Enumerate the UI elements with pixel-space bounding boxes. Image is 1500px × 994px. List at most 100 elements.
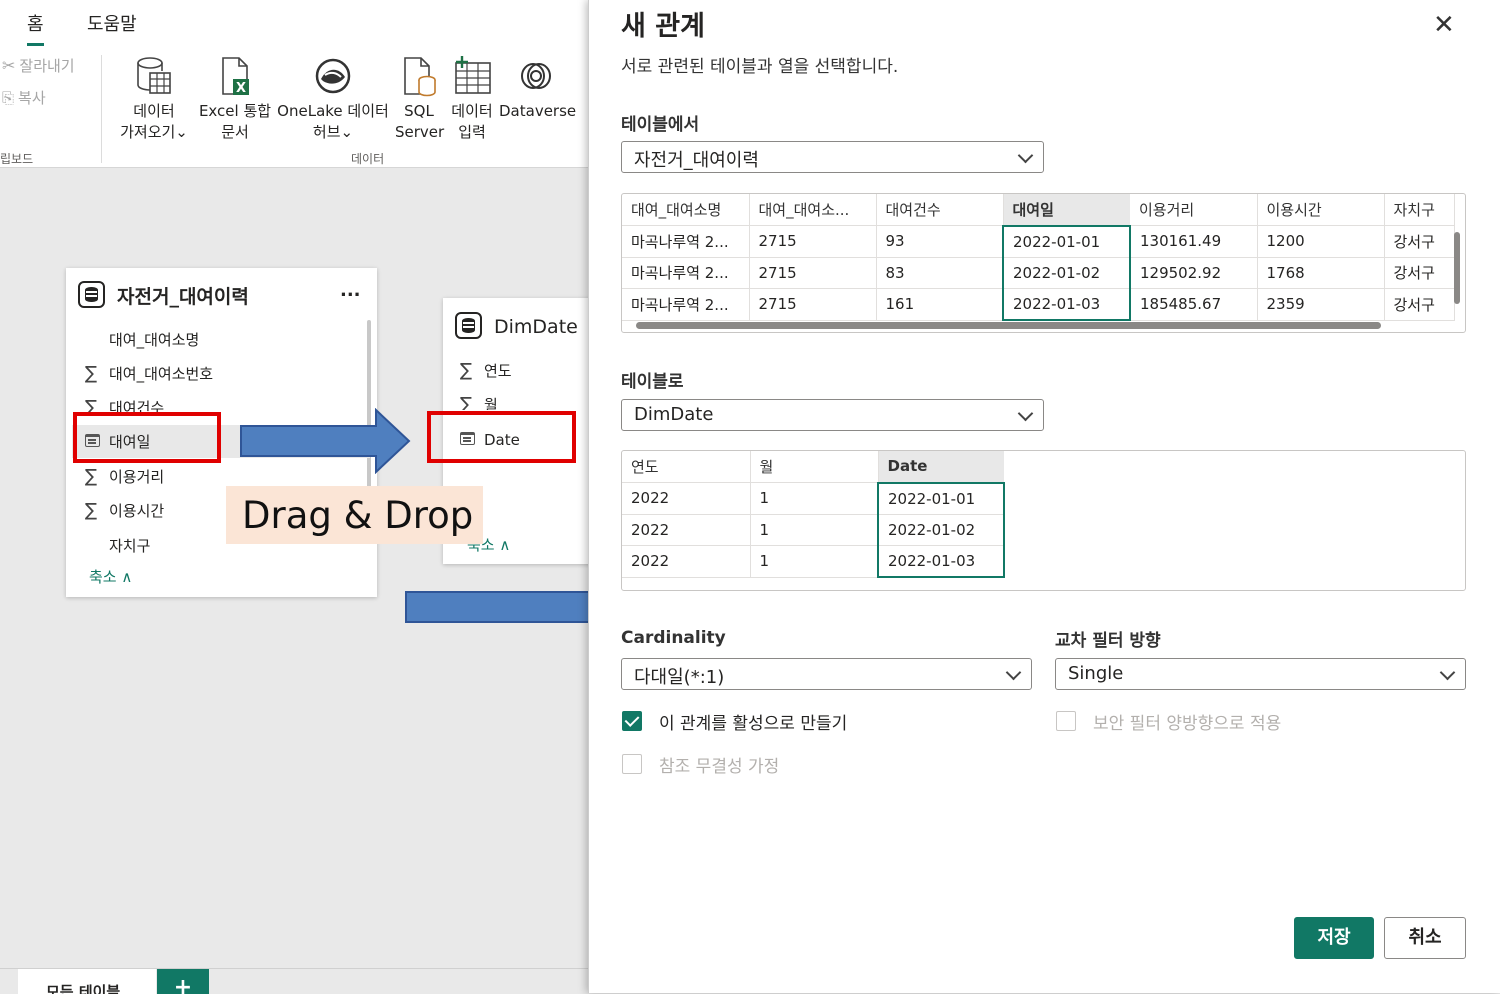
sql-server-icon: [399, 55, 439, 97]
column-header[interactable]: 이용시간: [1257, 194, 1385, 226]
to-table-preview[interactable]: 연도 월 Date 2022 1 2022-01-01 2022 1 2022-…: [621, 450, 1466, 591]
table-cell: 129502.92: [1130, 257, 1258, 289]
collapse-button[interactable]: 축소 ∧: [89, 566, 132, 587]
table-cell-selected: 2022-01-02: [1002, 257, 1131, 289]
sql-server-button[interactable]: SQL Server: [395, 55, 444, 143]
field-month[interactable]: ∑ 월: [460, 394, 498, 410]
tab-all-tables[interactable]: 모든 테이블: [18, 969, 156, 994]
field-label: 이용시간: [109, 502, 165, 520]
chevron-down-icon: [1005, 664, 1022, 681]
table-cell: 1: [750, 514, 879, 546]
dataverse-icon: [516, 55, 556, 97]
sum-icon: ∑: [85, 466, 98, 487]
tab-home[interactable]: 홈: [27, 10, 44, 46]
to-table-select[interactable]: DimDate: [621, 399, 1044, 431]
table-header-row: 연도 월 Date: [622, 451, 1004, 483]
target-column-highlight: [427, 411, 576, 463]
cardinality-select[interactable]: 다대일(*:1): [621, 658, 1032, 690]
field-year[interactable]: ∑ 연도: [460, 360, 512, 381]
column-header-selected[interactable]: Date: [878, 451, 1004, 483]
close-icon[interactable]: ✕: [1433, 10, 1455, 40]
chevron-down-icon: [1439, 664, 1456, 681]
table-cell: 2359: [1257, 288, 1385, 321]
table-cell: 2715: [749, 257, 877, 289]
table-cell: 마곡나루역 2...: [622, 225, 750, 258]
table-cell: 2715: [749, 288, 877, 321]
horizontal-scrollbar[interactable]: [636, 322, 1381, 329]
column-header-selected[interactable]: 대여일: [1003, 194, 1130, 226]
table-row: 2022 1 2022-01-02: [622, 514, 1005, 546]
security-filter-checkbox[interactable]: [1056, 711, 1076, 731]
table-cell-selected: 2022-01-01: [1002, 224, 1131, 258]
sum-icon: ∑: [85, 500, 98, 521]
enter-data-button[interactable]: 데이터 입력: [447, 55, 497, 143]
copy-button[interactable]: ⎘ 복사: [2, 87, 46, 108]
table-row: 마곡나루역 2... 2715 93 2022-01-01 130161.49 …: [622, 224, 1455, 258]
table-cell: 1: [750, 545, 879, 578]
table-cell: 마곡나루역 2...: [622, 257, 750, 289]
cut-button[interactable]: ✂ 잘라내기: [2, 55, 75, 76]
chevron-down-icon: [1017, 405, 1034, 422]
page-tab-bar: 모든 테이블 +: [0, 968, 600, 994]
dataverse-button[interactable]: Dataverse: [499, 55, 577, 122]
column-header[interactable]: 대여_대여소명: [622, 194, 750, 226]
column-header[interactable]: 자치구: [1384, 194, 1455, 226]
enter-data-label-2: 입력: [458, 123, 486, 141]
field-distance[interactable]: ∑ 이용거리: [85, 466, 164, 487]
table-cell-selected: 2022-01-01: [877, 481, 1005, 515]
add-page-button[interactable]: +: [157, 969, 209, 994]
more-options-button[interactable]: ...: [340, 280, 361, 301]
field-usage-time[interactable]: ∑ 이용시간: [85, 500, 164, 521]
to-table-value: DimDate: [634, 404, 714, 425]
enter-data-icon: [452, 55, 492, 97]
column-header[interactable]: 대여건수: [876, 194, 1004, 226]
column-header[interactable]: 대여_대여소...: [749, 194, 877, 226]
table-row: 2022 1 2022-01-01: [622, 481, 1005, 515]
referential-integrity-checkbox[interactable]: [622, 754, 642, 774]
field-district[interactable]: 자치구: [85, 535, 150, 556]
cross-filter-value: Single: [1068, 663, 1124, 684]
onelake-hub-button[interactable]: OneLake 데이터 허브⌄: [275, 55, 391, 143]
table-cell: 1200: [1257, 225, 1385, 258]
security-filter-label: 보안 필터 양방향으로 적용: [1093, 714, 1282, 734]
column-header[interactable]: 연도: [622, 451, 751, 483]
table-cell: 2022: [622, 545, 751, 578]
active-relationship-checkbox[interactable]: [622, 711, 642, 731]
table-cell: 130161.49: [1130, 225, 1258, 258]
table-cell: 강서구: [1384, 225, 1455, 258]
table-cell: 마곡나루역 2...: [622, 288, 750, 321]
to-table-label: 테이블로: [621, 372, 684, 392]
excel-workbook-button[interactable]: X Excel 통합 문서: [196, 55, 274, 143]
excel-icon: X: [215, 55, 255, 97]
source-column-highlight: [73, 412, 221, 463]
table-cell-selected: 2022-01-02: [877, 514, 1005, 546]
table-cell: 2022: [622, 482, 751, 515]
table-cell: 1: [750, 482, 879, 515]
sum-icon: ∑: [460, 394, 473, 410]
cardinality-label: Cardinality: [621, 628, 726, 648]
save-button[interactable]: 저장: [1294, 917, 1374, 959]
cancel-button[interactable]: 취소: [1384, 917, 1466, 959]
cross-filter-select[interactable]: Single: [1055, 658, 1466, 690]
excel-label-2: 문서: [221, 123, 249, 141]
field-rental-station-name[interactable]: 대여_대여소명: [85, 329, 199, 350]
from-table-select[interactable]: 자전거_대여이력: [621, 141, 1044, 173]
enter-data-label-1: 데이터: [451, 102, 493, 120]
get-data-label-1: 데이터: [133, 102, 175, 120]
get-data-button[interactable]: 데이터 가져오기⌄: [114, 55, 194, 143]
field-rental-station-number[interactable]: ∑ 대여_대여소번호: [85, 363, 213, 384]
sql-label-1: SQL: [404, 102, 434, 120]
onelake-icon: [313, 55, 353, 97]
column-header[interactable]: 이용거리: [1130, 194, 1258, 226]
dataverse-label-1: Dataverse: [499, 102, 577, 120]
from-table-preview[interactable]: 대여_대여소명 대여_대여소... 대여건수 대여일 이용거리 이용시간 자치구…: [621, 193, 1466, 333]
table-cell: 185485.67: [1130, 288, 1258, 321]
vertical-scrollbar[interactable]: [1454, 232, 1460, 304]
scissors-icon: ✂: [2, 56, 16, 75]
column-header[interactable]: 월: [750, 451, 879, 483]
tab-help[interactable]: 도움말: [87, 10, 137, 36]
table-cell: 1768: [1257, 257, 1385, 289]
active-relationship-label: 이 관계를 활성으로 만들기: [659, 714, 848, 734]
data-group-label: 데이터: [351, 152, 385, 166]
table-icon: [78, 281, 105, 308]
